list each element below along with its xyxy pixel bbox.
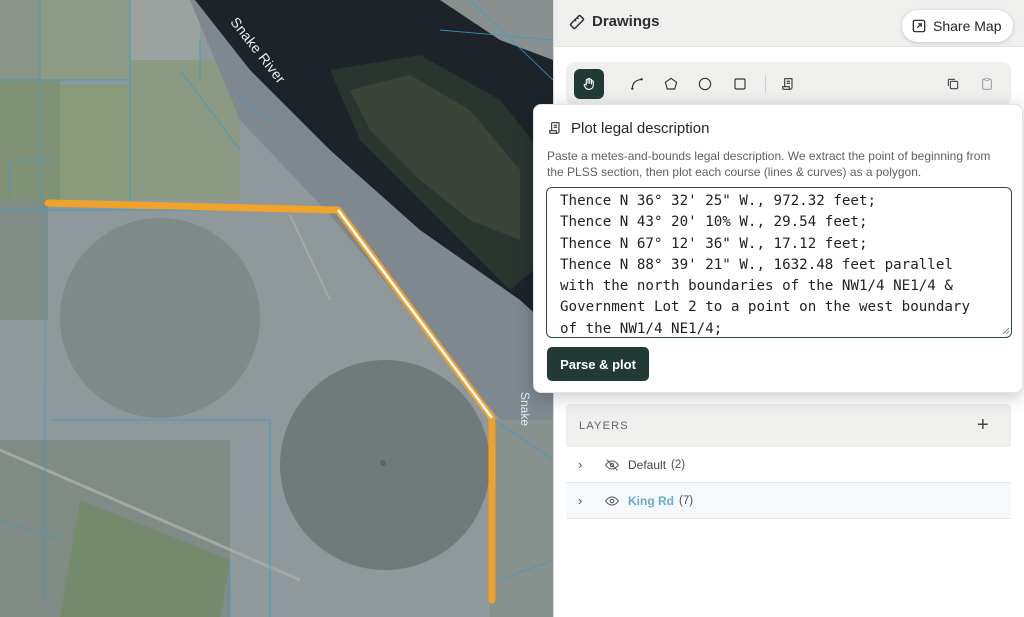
layer-count: (7)	[679, 494, 694, 507]
popover-description: Paste a metes-and-bounds legal descripti…	[547, 149, 991, 179]
scroll-icon	[782, 78, 793, 90]
parse-plot-button[interactable]: Parse & plot	[547, 347, 649, 381]
legal-description-popover: Plot legal description Paste a metes-and…	[533, 104, 1023, 393]
pentagon-icon	[664, 77, 678, 90]
map-view[interactable]: Snake River Snake	[0, 0, 553, 617]
copy-tool[interactable]	[938, 69, 968, 99]
river-label-small: Snake	[518, 392, 532, 427]
circle-tool[interactable]	[690, 69, 720, 99]
layer-name: Default	[628, 457, 667, 472]
panel-title: Drawings	[592, 13, 660, 30]
layer-count: (2)	[671, 458, 686, 471]
chevron-right-icon[interactable]: ›	[578, 493, 594, 508]
legal-description-input[interactable]: Thence N 36° 32' 25" W., 972.32 feet; Th…	[546, 187, 1012, 338]
square-icon	[734, 78, 746, 90]
layers-header: LAYERS +	[566, 404, 1011, 447]
eye-off-icon[interactable]	[604, 457, 620, 473]
clipboard-icon	[982, 77, 992, 90]
share-map-button[interactable]: Share Map	[902, 10, 1014, 42]
popover-title: Plot legal description	[571, 120, 710, 137]
rectangle-tool[interactable]	[725, 69, 755, 99]
scroll-icon	[549, 122, 560, 134]
drawing-toolbar	[566, 62, 1011, 106]
paste-tool[interactable]	[972, 69, 1002, 99]
layers-heading: LAYERS	[579, 420, 629, 432]
resize-handle-icon[interactable]	[1001, 326, 1010, 335]
layer-row-king-rd[interactable]: › King Rd (7)	[566, 483, 1011, 519]
line-tool[interactable]	[622, 69, 652, 99]
satellite-imagery	[0, 0, 553, 617]
copy-icon	[947, 78, 959, 90]
add-layer-button[interactable]: +	[977, 415, 989, 435]
legal-description-tool[interactable]	[773, 69, 803, 99]
chevron-right-icon[interactable]: ›	[578, 457, 594, 472]
ruler-icon	[569, 14, 585, 30]
hand-icon	[583, 77, 594, 90]
pan-tool[interactable]	[574, 69, 604, 99]
layer-name: King Rd	[628, 493, 674, 508]
eye-icon[interactable]	[604, 493, 620, 509]
polygon-tool[interactable]	[656, 69, 686, 99]
share-icon	[912, 19, 926, 33]
share-map-label: Share Map	[933, 18, 1002, 34]
circle-icon	[698, 77, 712, 91]
toolbar-divider	[765, 75, 766, 93]
layer-row-default[interactable]: › Default (2)	[566, 447, 1011, 483]
line-curve-icon	[631, 78, 643, 90]
